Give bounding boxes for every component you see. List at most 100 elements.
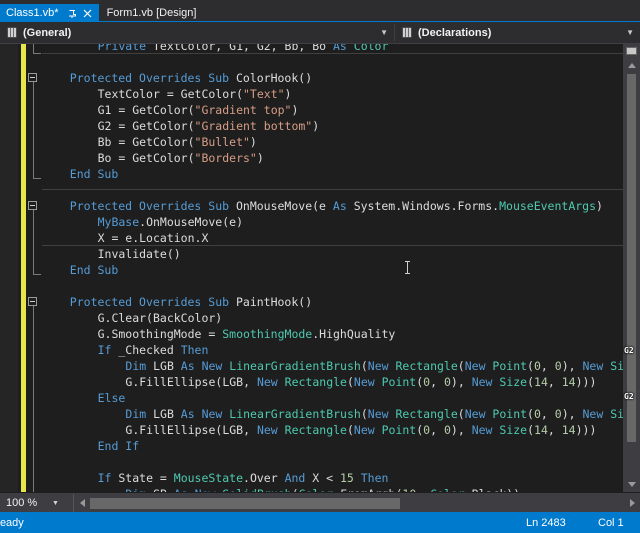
code-token: Size bbox=[499, 375, 528, 389]
code-token: As New bbox=[180, 359, 230, 373]
code-line: G1 = GetColor("Gradient top") bbox=[98, 102, 299, 118]
tab-class1-vb[interactable]: Class1.vb* bbox=[0, 4, 99, 22]
tab-label: Class1.vb* bbox=[6, 7, 59, 19]
code-token: ( bbox=[360, 359, 368, 373]
document-tab-strip: Class1.vb* Form1.vb [Design] bbox=[0, 0, 640, 22]
code-token: Protected Overrides Sub bbox=[69, 199, 236, 213]
code-token: Bo = GetColor( bbox=[97, 151, 195, 165]
code-token: Point bbox=[492, 407, 528, 421]
code-token: Point bbox=[381, 375, 417, 389]
code-token: If bbox=[97, 343, 119, 357]
code-token: New bbox=[367, 359, 396, 373]
navbar-scope-label: (General) bbox=[23, 26, 72, 39]
outline-collapse-box[interactable] bbox=[28, 297, 37, 306]
code-line: If _Checked Then bbox=[98, 342, 209, 358]
code-token: New bbox=[464, 359, 493, 373]
code-token: State = bbox=[118, 471, 174, 485]
code-token: Rectangle bbox=[284, 423, 347, 437]
pin-icon[interactable] bbox=[67, 8, 78, 19]
code-line: Else bbox=[98, 390, 126, 406]
code-token: ) bbox=[256, 151, 264, 165]
horizontal-scrollbar-track[interactable] bbox=[90, 493, 624, 513]
code-token: Else bbox=[97, 391, 126, 405]
status-column-number: Col 1 bbox=[598, 516, 624, 529]
code-token: , bbox=[540, 407, 555, 421]
code-token: G.SmoothingMode = bbox=[97, 327, 223, 341]
scroll-left-arrow-icon[interactable] bbox=[74, 494, 90, 513]
code-token: New bbox=[353, 375, 382, 389]
splitter-grip-icon[interactable] bbox=[623, 44, 640, 58]
code-token: "Borders" bbox=[194, 151, 257, 165]
code-token: 0 bbox=[443, 375, 451, 389]
code-line: Protected Overrides Sub ColorHook() bbox=[70, 70, 312, 86]
scroll-up-arrow-icon[interactable] bbox=[623, 58, 640, 73]
code-token: _Checked bbox=[118, 343, 181, 357]
code-token: Invalidate() bbox=[97, 247, 181, 261]
code-token: 0 bbox=[554, 407, 562, 421]
code-token: Dim bbox=[125, 407, 154, 421]
code-token: ) bbox=[291, 103, 299, 117]
code-line: Protected Overrides Sub PaintHook() bbox=[70, 294, 312, 310]
editor-navigation-bar: (General) ▼ (Declarations) ▼ bbox=[0, 22, 640, 44]
code-token: ) bbox=[312, 119, 320, 133]
code-token: New bbox=[256, 375, 285, 389]
code-line: End If bbox=[98, 438, 140, 454]
status-line-number: Ln 2483 bbox=[526, 516, 566, 529]
code-token: Protected Overrides Sub bbox=[69, 295, 236, 309]
code-token: G.FillEllipse(LGB, bbox=[125, 423, 257, 437]
code-token: Color bbox=[353, 44, 389, 53]
code-token: ), bbox=[561, 407, 583, 421]
outline-region-end bbox=[33, 274, 41, 275]
zoom-level-dropdown[interactable]: 100 % ▼ bbox=[0, 493, 74, 513]
outline-collapse-box[interactable] bbox=[28, 73, 37, 82]
code-token: ), bbox=[450, 375, 472, 389]
outline-region-line bbox=[33, 44, 34, 53]
close-icon[interactable] bbox=[82, 8, 93, 19]
code-token: "Gradient bottom" bbox=[194, 119, 313, 133]
outline-collapse-box[interactable] bbox=[28, 201, 37, 210]
outline-region-line bbox=[33, 306, 34, 492]
chevron-down-icon[interactable]: ▼ bbox=[52, 500, 59, 507]
code-token: TextColor = GetColor( bbox=[97, 87, 243, 101]
outline-region-line bbox=[33, 210, 34, 274]
code-token: , bbox=[547, 375, 562, 389]
code-token: As New bbox=[180, 407, 230, 421]
scroll-down-arrow-icon[interactable] bbox=[623, 477, 640, 492]
code-token: 14 bbox=[561, 423, 576, 437]
code-token: End Sub bbox=[69, 167, 119, 181]
code-token: Point bbox=[492, 359, 528, 373]
code-line: Bo = GetColor("Borders") bbox=[98, 150, 264, 166]
chevron-down-icon[interactable]: ▼ bbox=[626, 28, 634, 37]
code-token: LinearGradientBrush bbox=[229, 407, 361, 421]
code-editor-surface[interactable]: Private TextColor, G1, G2, Bb, Bo As Col… bbox=[0, 44, 640, 492]
code-token: New bbox=[367, 407, 396, 421]
chevron-down-icon[interactable]: ▼ bbox=[380, 28, 388, 37]
code-token: ( bbox=[360, 407, 368, 421]
code-token: 0 bbox=[533, 407, 541, 421]
code-text-area[interactable]: Private TextColor, G1, G2, Bb, Bo As Col… bbox=[42, 44, 640, 492]
scroll-right-arrow-icon[interactable] bbox=[624, 494, 640, 513]
outlining-margin[interactable] bbox=[26, 44, 42, 492]
navbar-member-dropdown[interactable]: (Declarations) ▼ bbox=[395, 23, 640, 42]
code-line: G.FillEllipse(LGB, New Rectangle(New Poi… bbox=[125, 422, 596, 438]
code-line: Bb = GetColor("Bullet") bbox=[98, 134, 257, 150]
code-token: , bbox=[547, 423, 562, 437]
tab-form1-vb-design[interactable]: Form1.vb [Design] bbox=[98, 4, 207, 22]
code-token: ) bbox=[249, 135, 257, 149]
navbar-scope-dropdown[interactable]: (General) ▼ bbox=[0, 23, 394, 42]
code-line: Protected Overrides Sub OnMouseMove(e As… bbox=[70, 198, 603, 214]
code-token: New bbox=[256, 423, 285, 437]
vertical-scrollbar-thumb[interactable] bbox=[627, 74, 636, 442]
horizontal-scrollbar-thumb[interactable] bbox=[90, 497, 400, 509]
code-line: G.FillEllipse(LGB, New Rectangle(New Poi… bbox=[125, 374, 596, 390]
code-token: LGB bbox=[153, 407, 181, 421]
code-token: ( bbox=[527, 375, 535, 389]
vertical-scrollbar[interactable]: G2 G2 bbox=[623, 44, 640, 492]
code-token: Then bbox=[360, 471, 389, 485]
tab-label: Form1.vb [Design] bbox=[106, 7, 197, 19]
code-token: New bbox=[353, 423, 382, 437]
indicator-margin[interactable] bbox=[0, 44, 18, 492]
code-token: Bb = GetColor( bbox=[97, 135, 195, 149]
code-line: End Sub bbox=[70, 166, 118, 182]
code-token: 0 bbox=[554, 359, 562, 373]
